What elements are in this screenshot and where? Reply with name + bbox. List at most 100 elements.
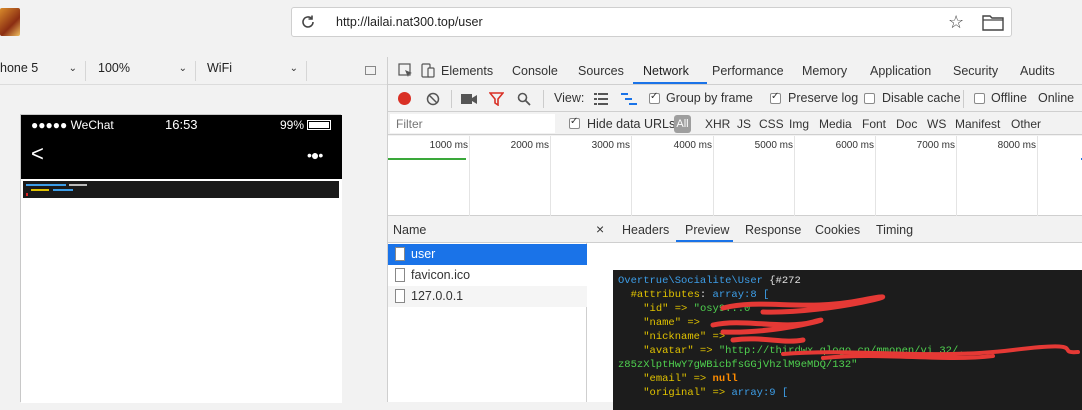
disable-cache-label: Disable cache <box>882 91 961 105</box>
filter-css[interactable]: CSS <box>759 117 784 131</box>
preview-content: Overtrue\Socialite\User {#272 #attribute… <box>587 244 1082 410</box>
request-detail-panel: × Headers Preview Response Cookies Timin… <box>587 217 1082 410</box>
preserve-log-checkbox[interactable] <box>770 91 781 104</box>
filter-xhr[interactable]: XHR <box>705 117 730 131</box>
filter-ws[interactable]: WS <box>927 117 946 131</box>
page-content <box>21 179 342 403</box>
preserve-log-label: Preserve log <box>788 91 859 105</box>
group-by-frame-label: Group by frame <box>666 91 753 105</box>
mini-dump-output <box>23 181 339 198</box>
device-select-label: hone 5 <box>0 61 39 75</box>
tab-headers[interactable]: Headers <box>622 223 669 237</box>
tab-audits[interactable]: Audits <box>1020 64 1055 78</box>
device-toggle-icon[interactable] <box>421 63 435 79</box>
filter-other[interactable]: Other <box>1011 117 1041 131</box>
tab-response[interactable]: Response <box>745 223 801 237</box>
tab-preview[interactable]: Preview <box>685 223 729 237</box>
large-rows-icon[interactable] <box>594 93 608 105</box>
timeline-request-bar <box>388 158 466 160</box>
request-name: user <box>411 247 436 261</box>
request-row-localhost[interactable]: 127.0.0.1 <box>388 286 587 307</box>
folder-icon[interactable] <box>982 14 1004 31</box>
offline-label: Offline <box>991 91 1027 105</box>
timeline-tick-label: 2000 ms <box>510 140 549 151</box>
filter-font[interactable]: Font <box>862 117 886 131</box>
filter-bar: Hide data URLs All XHR JS CSS Img Media … <box>388 113 1082 135</box>
filter-img[interactable]: Img <box>789 117 809 131</box>
timeline-tick-label: 1000 ms <box>429 140 468 151</box>
app-logo <box>0 8 20 36</box>
file-icon <box>395 289 405 303</box>
star-icon[interactable]: ☆ <box>948 13 964 31</box>
browser-toolbar: http://lailai.nat300.top/user ☆ <box>0 0 1082 52</box>
search-icon[interactable] <box>517 92 531 106</box>
tab-sources[interactable]: Sources <box>578 64 624 78</box>
detail-tab-bar: × Headers Preview Response Cookies Timin… <box>587 217 1082 243</box>
battery-icon <box>307 120 331 130</box>
inspect-element-icon[interactable] <box>398 63 414 79</box>
throttling-select[interactable]: Online <box>1038 91 1074 105</box>
offline-checkbox[interactable] <box>974 93 985 104</box>
zoom-select[interactable]: 100% ⌄ <box>98 61 196 81</box>
request-name: favicon.ico <box>411 268 471 282</box>
tab-cookies[interactable]: Cookies <box>815 223 860 237</box>
device-select[interactable]: hone 5 ⌄ <box>0 61 86 81</box>
network-select-label: WiFi <box>207 61 232 75</box>
tab-performance[interactable]: Performance <box>712 64 784 78</box>
tab-memory[interactable]: Memory <box>802 64 847 78</box>
chevron-down-icon: ⌄ <box>178 63 187 74</box>
more-icon[interactable]: •●• <box>307 147 323 163</box>
hide-data-urls-label: Hide data URLs <box>587 117 676 131</box>
filter-funnel-icon[interactable] <box>489 92 504 106</box>
network-select[interactable]: WiFi ⌄ <box>207 61 307 81</box>
phone-status-bar: ●●●●● WeChat 16:53 99% <box>21 115 342 135</box>
group-by-frame-checkbox[interactable] <box>649 91 660 104</box>
filter-manifest[interactable]: Manifest <box>955 117 1000 131</box>
chevron-down-icon: ⌄ <box>68 63 77 74</box>
request-name: 127.0.0.1 <box>411 289 464 303</box>
filter-js[interactable]: JS <box>737 117 751 131</box>
tab-security[interactable]: Security <box>953 64 998 78</box>
filter-doc[interactable]: Doc <box>896 117 917 131</box>
hide-data-urls-checkbox[interactable] <box>569 116 580 129</box>
wechat-nav-bar: < •●• <box>21 135 342 179</box>
tab-elements[interactable]: Elements <box>441 64 493 78</box>
timeline-tick-label: 7000 ms <box>916 140 955 151</box>
waterfall-icon[interactable] <box>621 93 637 105</box>
network-overview-timeline[interactable]: 1000 ms 2000 ms 3000 ms 4000 ms 5000 ms … <box>388 136 1082 216</box>
close-icon[interactable]: × <box>596 221 604 237</box>
timeline-tick-label: 8000 ms <box>997 140 1036 151</box>
filter-all-button[interactable]: All <box>674 115 691 133</box>
timeline-tick-label: 4000 ms <box>673 140 712 151</box>
timeline-bars <box>388 154 1082 160</box>
name-column-header[interactable]: Name <box>388 217 587 243</box>
reload-icon[interactable] <box>300 14 316 30</box>
request-row-user[interactable]: user <box>388 244 587 265</box>
address-bar[interactable]: http://lailai.nat300.top/user ☆ <box>291 7 1012 37</box>
phone-screen: ●●●●● WeChat 16:53 99% < •●• <box>20 114 342 403</box>
request-row-favicon[interactable]: favicon.ico <box>388 265 587 286</box>
record-icon[interactable] <box>398 92 411 105</box>
tab-timing[interactable]: Timing <box>876 223 913 237</box>
device-frame-icon[interactable] <box>365 66 376 75</box>
tab-application[interactable]: Application <box>870 64 931 78</box>
filter-input[interactable] <box>390 114 555 133</box>
network-toolbar: View: Group by frame Preserve log Disabl… <box>388 86 1082 112</box>
chevron-down-icon: ⌄ <box>289 63 298 74</box>
devtools-panel: Elements Console Sources Network Perform… <box>387 57 1082 410</box>
active-detail-tab-indicator <box>676 240 733 242</box>
status-battery: 99% <box>280 118 305 132</box>
filter-media[interactable]: Media <box>819 117 852 131</box>
timeline-tick-label: 6000 ms <box>835 140 874 151</box>
back-icon[interactable]: < <box>31 143 44 165</box>
status-carrier: ●●●●● WeChat <box>31 118 114 132</box>
zoom-select-label: 100% <box>98 61 130 75</box>
disable-cache-checkbox[interactable] <box>864 93 875 104</box>
tab-network[interactable]: Network <box>643 64 689 78</box>
tab-console[interactable]: Console <box>512 64 558 78</box>
clear-icon[interactable] <box>426 92 440 106</box>
emulated-viewport: ●●●●● WeChat 16:53 99% < •●• <box>0 86 387 403</box>
status-time: 16:53 <box>165 117 198 132</box>
address-url[interactable]: http://lailai.nat300.top/user <box>336 15 483 29</box>
screenshot-capture-icon[interactable] <box>461 93 477 105</box>
